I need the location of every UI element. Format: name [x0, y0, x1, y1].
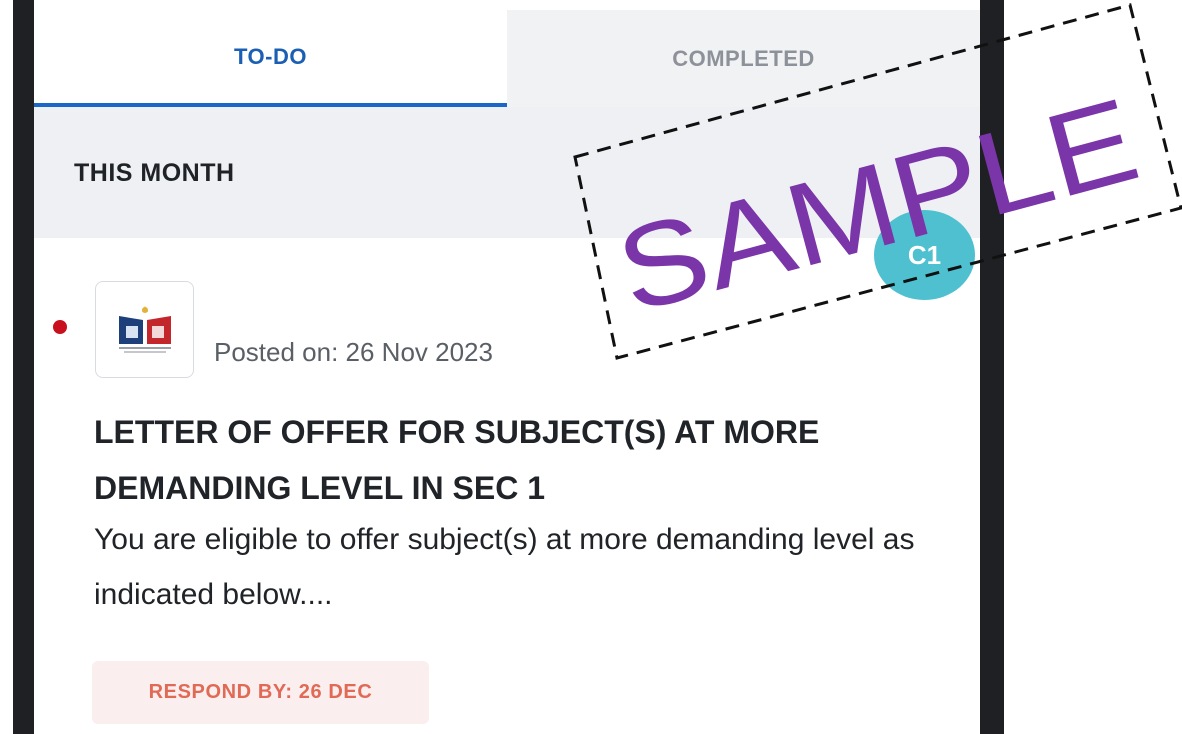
section-title: THIS MONTH	[74, 159, 235, 187]
respond-by-badge: RESPOND BY: 26 DEC	[92, 661, 429, 724]
school-crest-icon	[95, 281, 194, 378]
notice-description: You are eligible to offer subject(s) at …	[94, 523, 915, 611]
posted-date: Posted on: 26 Nov 2023	[214, 337, 493, 367]
tab-to-do[interactable]: TO-DO	[34, 10, 507, 107]
section-header: THIS MONTH	[34, 107, 980, 238]
notice-title[interactable]: LETTER OF OFFER FOR SUBJECT(S) AT MORE D…	[94, 404, 954, 516]
device-frame-left	[13, 0, 34, 734]
tab-completed[interactable]: COMPLETED	[507, 10, 980, 107]
device-frame-right	[980, 0, 1004, 734]
unread-indicator	[53, 320, 67, 334]
tab-bar: TO-DO COMPLETED	[34, 10, 980, 107]
app-screen: TO-DO COMPLETED THIS MONTH Posted on: 26…	[34, 0, 980, 734]
avatar[interactable]: C1	[874, 210, 975, 300]
